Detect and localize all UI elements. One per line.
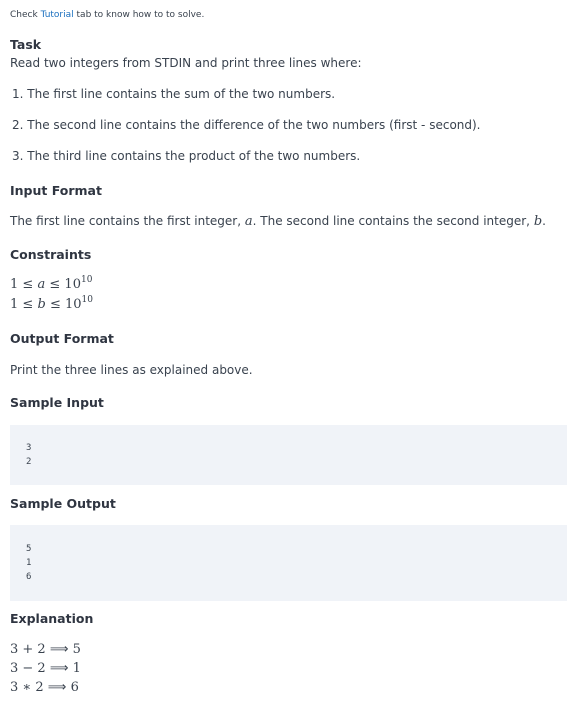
- output-format-heading: Output Format: [10, 331, 114, 346]
- constraint-b: 1 ≤ b ≤ 1010: [10, 295, 93, 313]
- task-item-3: 3. The third line contains the product o…: [12, 149, 361, 163]
- task-item-2: 2. The second line contains the differen…: [12, 118, 481, 132]
- task-heading: Task: [10, 37, 42, 52]
- input-format-text: The first line contains the first intege…: [10, 214, 546, 229]
- task-description: Read two integers from STDIN and print t…: [10, 56, 362, 70]
- explanation-row: 3 − 2 ⟹ 1: [10, 661, 81, 676]
- intro-line: Check Tutorial tab to know how to to sol…: [10, 10, 204, 20]
- sample-input-heading: Sample Input: [10, 395, 104, 410]
- intro-suffix: tab to know how to to solve.: [76, 10, 205, 20]
- input-format-var-b: b: [533, 214, 543, 229]
- constraint-a: 1 ≤ a ≤ 1010: [10, 275, 93, 293]
- sample-output-line: 6: [26, 572, 32, 582]
- sample-input-block: 3 2: [10, 425, 567, 485]
- input-format-var-a: a: [244, 214, 253, 229]
- sample-output-line: 1: [26, 558, 32, 568]
- input-format-heading: Input Format: [10, 183, 102, 198]
- output-format-text: Print the three lines as explained above…: [10, 363, 253, 377]
- explanation-row: 3 ∗ 2 ⟹ 6: [10, 680, 79, 695]
- sample-input-line: 3: [26, 443, 32, 453]
- sample-output-line: 5: [26, 544, 32, 554]
- tutorial-link[interactable]: Tutorial: [41, 10, 74, 20]
- sample-output-block: 5 1 6: [10, 525, 567, 601]
- input-format-text-2: . The second line contains the second in…: [252, 214, 530, 228]
- input-format-text-1: The first line contains the first intege…: [10, 214, 242, 228]
- input-format-text-3: .: [542, 214, 546, 228]
- task-item-1: 1. The first line contains the sum of th…: [12, 87, 336, 101]
- constraints-heading: Constraints: [10, 247, 92, 262]
- intro-prefix: Check: [10, 10, 38, 20]
- explanation-heading: Explanation: [10, 611, 94, 626]
- sample-input-line: 2: [26, 457, 32, 467]
- explanation-row: 3 + 2 ⟹ 5: [10, 642, 81, 657]
- sample-output-heading: Sample Output: [10, 496, 116, 511]
